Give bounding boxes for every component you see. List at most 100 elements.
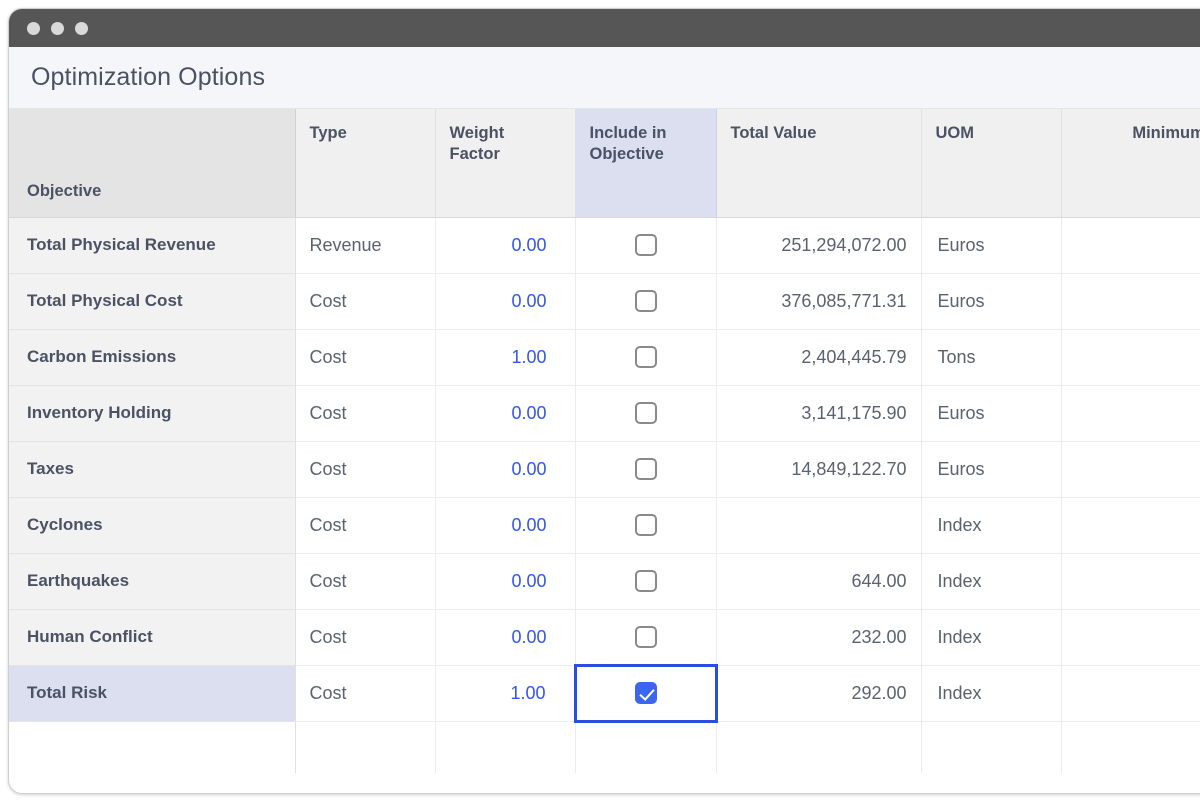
cell-total-value[interactable]: 14,849,122.70 — [716, 441, 922, 498]
cell-weight-factor[interactable]: 0.00 — [435, 441, 576, 498]
cell-uom[interactable]: Index — [921, 553, 1062, 610]
table-row[interactable]: Total Physical Revenue Revenue 0.00 251,294… — [9, 217, 1200, 274]
table-row[interactable]: Earthquakes Cost 0.00 644.00 Index — [9, 553, 1200, 610]
table-row[interactable]: Total Physical Cost Cost 0.00 376,085,771.3… — [9, 273, 1200, 330]
checkbox-unchecked-icon[interactable] — [634, 625, 657, 648]
cell-uom[interactable]: Index — [921, 497, 1062, 554]
column-header-objective[interactable]: Objective — [9, 109, 296, 218]
row-header-objective[interactable]: Total Physical Cost — [9, 273, 296, 330]
cell-include-in-objective[interactable] — [575, 385, 717, 442]
cell-weight-factor[interactable]: 0.00 — [435, 385, 576, 442]
cell-minimum-req[interactable] — [1061, 217, 1200, 274]
filler-cell — [295, 721, 436, 773]
table-body: Total Physical Revenue Revenue 0.00 251,294… — [9, 217, 1200, 773]
filler-cell — [1061, 721, 1200, 773]
column-header-include-in-objective[interactable]: Include in Objective — [575, 109, 717, 218]
cell-weight-factor[interactable]: 1.00 — [435, 329, 576, 386]
row-header-objective[interactable]: Carbon Emissions — [9, 329, 296, 386]
cell-include-in-objective[interactable] — [575, 553, 717, 610]
cell-type[interactable]: Cost — [295, 329, 436, 386]
row-header-objective[interactable]: Total Risk — [9, 665, 296, 722]
minimize-dot-icon[interactable] — [51, 21, 64, 35]
cell-uom[interactable]: Index — [921, 665, 1062, 722]
cell-total-value[interactable] — [716, 497, 922, 554]
cell-type[interactable]: Cost — [295, 609, 436, 666]
cell-weight-factor[interactable]: 0.00 — [435, 273, 576, 330]
cell-weight-factor[interactable]: 0.00 — [435, 497, 576, 554]
cell-total-value[interactable]: 376,085,771.31 — [716, 273, 922, 330]
cell-type[interactable]: Cost — [295, 441, 436, 498]
table-row[interactable]: Cyclones Cost 0.00 Index — [9, 497, 1200, 554]
cell-total-value[interactable]: 644.00 — [716, 553, 922, 610]
table-filler-row — [9, 721, 1200, 773]
row-header-objective[interactable]: Total Physical Revenue — [9, 217, 296, 274]
cell-uom[interactable]: Euros — [921, 273, 1062, 330]
row-header-objective[interactable]: Taxes — [9, 441, 296, 498]
table-row[interactable]: Taxes Cost 0.00 14,849,122.70 Euros — [9, 441, 1200, 498]
cell-minimum-req[interactable] — [1061, 273, 1200, 330]
row-header-objective[interactable]: Cyclones — [9, 497, 296, 554]
cell-uom[interactable]: Tons — [921, 329, 1062, 386]
cell-uom[interactable]: Euros — [921, 441, 1062, 498]
column-header-weight-factor[interactable]: Weight Factor — [435, 109, 576, 218]
panel-header: Optimization Options — [9, 47, 1200, 109]
cell-uom[interactable]: Euros — [921, 217, 1062, 274]
cell-type[interactable]: Cost — [295, 497, 436, 554]
cell-include-in-objective[interactable] — [575, 217, 717, 274]
cell-minimum-req[interactable] — [1061, 441, 1200, 498]
cell-include-in-objective[interactable] — [575, 329, 717, 386]
cell-total-value[interactable]: 3,141,175.90 — [716, 385, 922, 442]
cell-total-value[interactable]: 292.00 — [716, 665, 922, 722]
cell-type[interactable]: Cost — [295, 665, 436, 722]
cell-minimum-req[interactable] — [1061, 665, 1200, 722]
column-header-uom[interactable]: UOM — [921, 109, 1062, 218]
cell-include-in-objective[interactable] — [573, 663, 718, 723]
checkbox-checked-icon[interactable] — [634, 682, 657, 704]
cell-type[interactable]: Revenue — [295, 217, 436, 274]
close-dot-icon[interactable] — [27, 21, 40, 35]
table-row[interactable]: Inventory Holding Cost 0.00 3,141,175.90 Eur… — [9, 385, 1200, 442]
cell-type[interactable]: Cost — [295, 385, 436, 442]
table-row[interactable]: Carbon Emissions Cost 1.00 2,404,445.79 Tons — [9, 329, 1200, 386]
maximize-dot-icon[interactable] — [75, 21, 88, 35]
cell-include-in-objective[interactable] — [575, 497, 717, 554]
checkbox-unchecked-icon[interactable] — [634, 346, 657, 368]
cell-total-value[interactable]: 232.00 — [716, 609, 922, 666]
cell-include-in-objective[interactable] — [575, 273, 717, 330]
cell-weight-factor[interactable]: 0.00 — [435, 609, 576, 666]
cell-type[interactable]: Cost — [295, 553, 436, 610]
checkbox-unchecked-icon[interactable] — [634, 458, 657, 480]
cell-include-in-objective[interactable] — [575, 609, 717, 666]
row-header-objective[interactable]: Human Conflict — [9, 609, 296, 666]
cell-include-in-objective[interactable] — [575, 441, 717, 498]
cell-weight-factor[interactable]: 1.00 — [435, 665, 576, 722]
cell-total-value[interactable]: 2,404,445.79 — [716, 329, 922, 386]
cell-uom[interactable]: Euros — [921, 385, 1062, 442]
cell-minimum-req[interactable] — [1061, 497, 1200, 554]
column-header-minimum-req[interactable]: Minimum Req — [1061, 109, 1200, 218]
page-title: Optimization Options — [31, 63, 266, 91]
table-row[interactable]: Total Risk Cost 1.00 292.00 Index — [9, 663, 1200, 723]
optimization-options-grid: Objective Type Weight Factor Include in … — [9, 109, 1200, 793]
table-row[interactable]: Human Conflict Cost 0.00 232.00 Index — [9, 609, 1200, 666]
row-header-objective[interactable]: Earthquakes — [9, 553, 296, 610]
checkbox-unchecked-icon[interactable] — [634, 514, 657, 536]
column-header-type[interactable]: Type — [295, 109, 436, 218]
cell-weight-factor[interactable]: 0.00 — [435, 217, 576, 274]
checkbox-unchecked-icon[interactable] — [634, 570, 657, 592]
checkbox-unchecked-icon[interactable] — [634, 234, 657, 256]
cell-minimum-req[interactable] — [1061, 385, 1200, 442]
column-header-total-value[interactable]: Total Value — [716, 109, 922, 218]
filler-cell — [9, 721, 296, 773]
cell-total-value[interactable]: 251,294,072.00 — [716, 217, 922, 274]
cell-minimum-req[interactable] — [1061, 553, 1200, 610]
row-header-objective[interactable]: Inventory Holding — [9, 385, 296, 442]
checkbox-unchecked-icon[interactable] — [634, 402, 657, 424]
cell-minimum-req[interactable] — [1061, 609, 1200, 666]
cell-type[interactable]: Cost — [295, 273, 436, 330]
cell-weight-factor[interactable]: 0.00 — [435, 553, 576, 610]
cell-minimum-req[interactable] — [1061, 329, 1200, 386]
checkbox-unchecked-icon[interactable] — [634, 290, 657, 312]
cell-uom[interactable]: Index — [921, 609, 1062, 666]
table-header: Objective Type Weight Factor Include in … — [9, 109, 1200, 218]
